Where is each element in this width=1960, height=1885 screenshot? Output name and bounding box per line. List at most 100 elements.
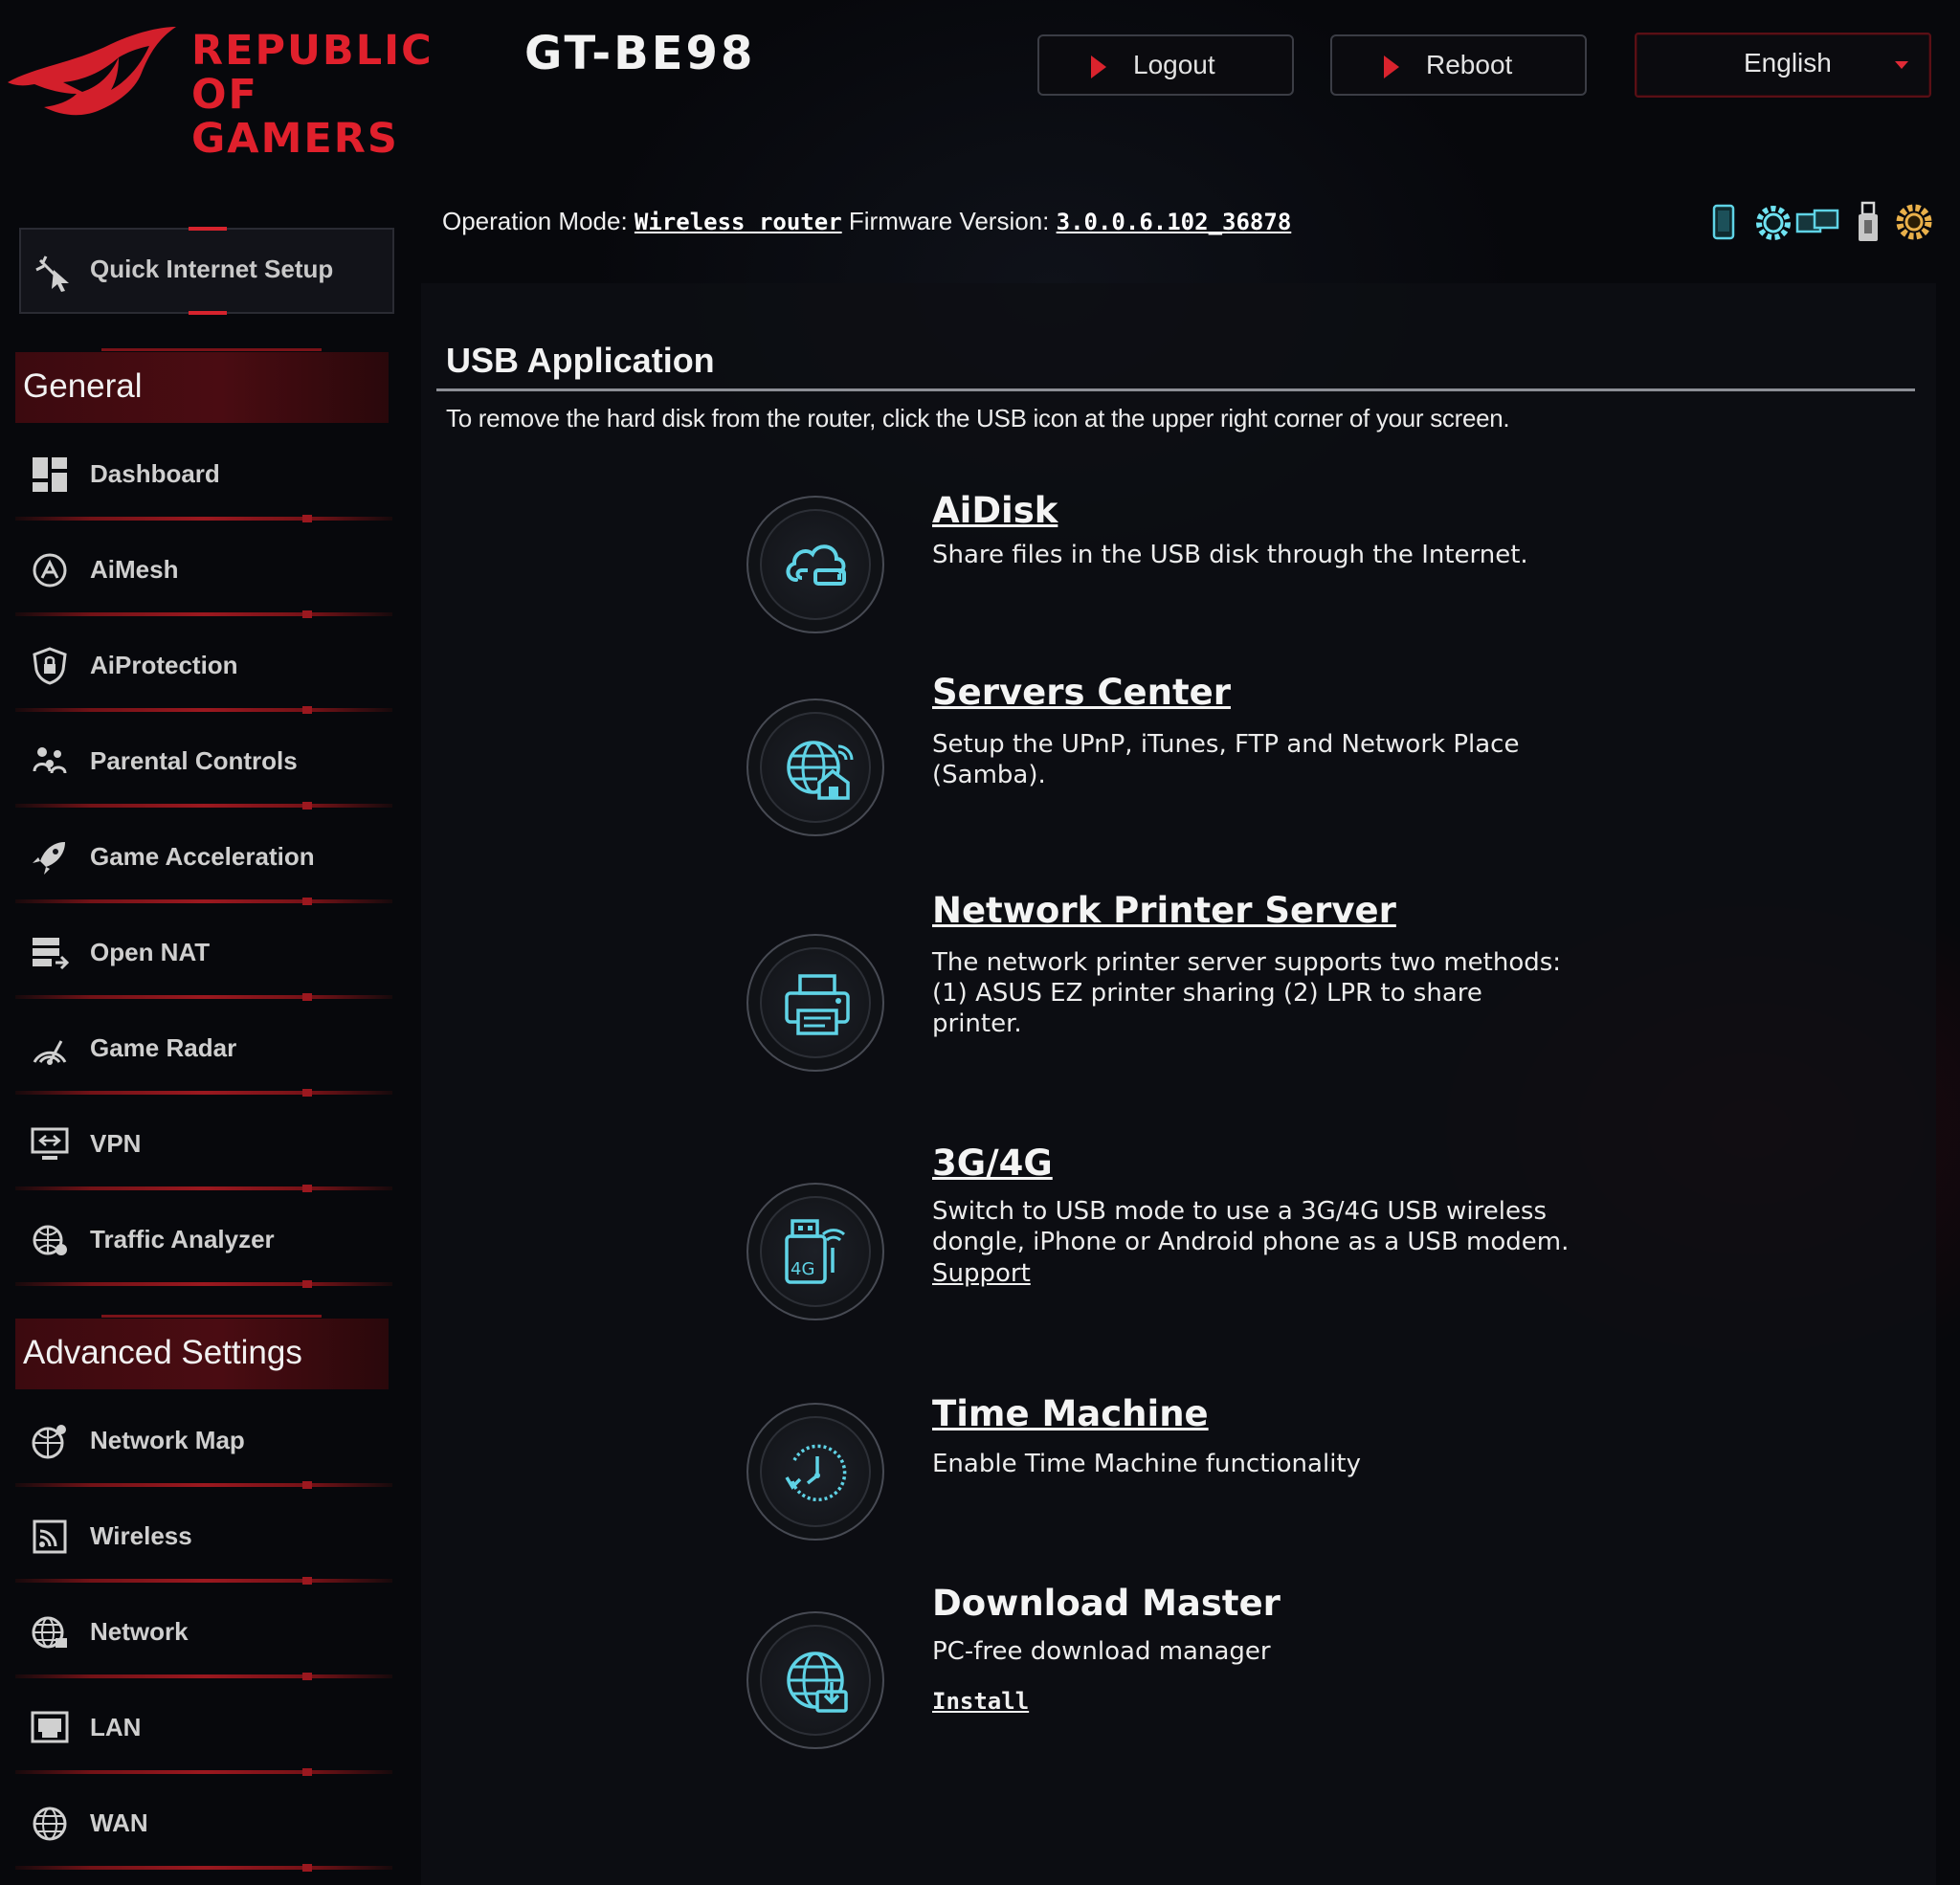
printer-server-description: The network printer server supports two … bbox=[932, 947, 1621, 1039]
sidebar-item-parental-controls[interactable]: Parental Controls bbox=[15, 712, 392, 809]
reboot-button[interactable]: Reboot bbox=[1330, 34, 1587, 96]
sidebar-item-vpn[interactable]: VPN bbox=[15, 1095, 392, 1192]
printer-server-tile[interactable] bbox=[746, 934, 884, 1072]
title-divider bbox=[436, 388, 1915, 391]
arrow-right-icon bbox=[1384, 55, 1399, 78]
sidebar-item-aimesh[interactable]: AiMesh bbox=[15, 521, 392, 618]
description-line: Setup the UPnP, iTunes, FTP and Network … bbox=[932, 730, 1520, 759]
aidisk-tile[interactable] bbox=[746, 496, 884, 633]
download-master-tile[interactable] bbox=[746, 1611, 884, 1749]
open-nat-icon bbox=[31, 934, 70, 977]
chevron-down-icon bbox=[1895, 61, 1908, 69]
sidebar-item-label: LAN bbox=[90, 1713, 142, 1741]
rocket-icon bbox=[31, 838, 69, 881]
support-link[interactable]: Support bbox=[932, 1259, 1031, 1288]
3g-4g-link[interactable]: 3G/4G bbox=[932, 1142, 1053, 1184]
sidebar-item-aiprotection[interactable]: AiProtection bbox=[15, 616, 392, 714]
install-link[interactable]: Install bbox=[932, 1688, 1029, 1715]
brand-wordmark: Republic of Gamers bbox=[191, 27, 507, 161]
section-general: General bbox=[15, 348, 389, 423]
vpn-monitor-icon bbox=[31, 1125, 69, 1168]
network-clients-icon[interactable] bbox=[1795, 207, 1839, 246]
sidebar-item-label: AiMesh bbox=[90, 555, 179, 584]
model-name: GT-BE98 bbox=[524, 27, 756, 80]
globe-icon bbox=[31, 1613, 69, 1656]
description-line: printer. bbox=[932, 1009, 1022, 1038]
sidebar-item-label: VPN bbox=[90, 1129, 142, 1158]
description-line: (Samba). bbox=[932, 761, 1046, 789]
3g-4g-tile[interactable]: 4G bbox=[746, 1183, 884, 1320]
sidebar-item-wan[interactable]: WAN bbox=[15, 1774, 392, 1872]
sidebar-item-label: Game Radar bbox=[90, 1033, 237, 1062]
usb-4g-modem-icon: 4G bbox=[785, 1219, 846, 1284]
radar-icon bbox=[31, 1030, 69, 1073]
quick-internet-setup-button[interactable]: Quick Internet Setup bbox=[19, 227, 394, 315]
time-machine-link[interactable]: Time Machine bbox=[932, 1393, 1209, 1434]
settings-gear-icon[interactable] bbox=[1751, 201, 1795, 250]
description-line: Share files in the USB disk through the … bbox=[932, 541, 1528, 569]
logout-button[interactable]: Logout bbox=[1037, 34, 1294, 96]
sidebar-item-game-acceleration[interactable]: Game Acceleration bbox=[15, 808, 392, 905]
sidebar-item-wireless[interactable]: Wireless bbox=[15, 1487, 392, 1585]
time-machine-tile[interactable] bbox=[746, 1403, 884, 1541]
divider bbox=[15, 1280, 392, 1288]
family-icon bbox=[31, 743, 69, 786]
page-title: USB Application bbox=[446, 341, 715, 380]
op-mode-label: Operation Mode: bbox=[442, 207, 628, 235]
section-advanced-settings: Advanced Settings bbox=[15, 1315, 389, 1389]
sidebar-item-label: Open NAT bbox=[90, 938, 211, 966]
download-master-description: PC-free download manager bbox=[932, 1636, 1621, 1667]
servers-center-description: Setup the UPnP, iTunes, FTP and Network … bbox=[932, 729, 1621, 790]
sidebar-item-game-radar[interactable]: Game Radar bbox=[15, 999, 392, 1097]
rog-logo bbox=[6, 25, 178, 121]
sidebar-item-dashboard[interactable]: Dashboard bbox=[15, 425, 392, 522]
divider bbox=[15, 1864, 392, 1872]
usb-remove-hint: To remove the hard disk from the router,… bbox=[446, 404, 1510, 432]
sidebar-item-label: Network Map bbox=[90, 1426, 245, 1454]
servers-center-tile[interactable] bbox=[746, 699, 884, 836]
language-value: English bbox=[1744, 48, 1832, 78]
firmware-label: Firmware Version: bbox=[848, 207, 1050, 235]
description-line: The network printer server supports two … bbox=[932, 948, 1562, 977]
printer-server-link[interactable]: Network Printer Server bbox=[932, 890, 1396, 931]
op-mode-link[interactable]: Wireless router bbox=[635, 209, 842, 235]
network-map-icon bbox=[31, 1422, 69, 1465]
sidebar-item-label: Dashboard bbox=[90, 459, 220, 488]
system-settings-icon[interactable] bbox=[1893, 201, 1935, 248]
clock-icon bbox=[785, 1444, 847, 1502]
aidisk-link[interactable]: AiDisk bbox=[932, 490, 1058, 531]
globe-home-icon bbox=[787, 741, 854, 800]
wand-cursor-icon bbox=[33, 251, 75, 298]
globe-download-icon bbox=[787, 1652, 848, 1713]
sidebar-item-label: Wireless bbox=[90, 1521, 192, 1550]
description-line: PC-free download manager bbox=[932, 1637, 1271, 1666]
printer-icon bbox=[785, 974, 850, 1035]
sidebar-item-open-nat[interactable]: Open NAT bbox=[15, 903, 392, 1001]
sidebar-item-label: WAN bbox=[90, 1808, 148, 1837]
lan-icon bbox=[31, 1709, 69, 1752]
description-line: dongle, iPhone or Android phone as a USB… bbox=[932, 1228, 1570, 1256]
phone-icon[interactable] bbox=[1709, 203, 1738, 246]
usb-icon[interactable] bbox=[1855, 201, 1882, 250]
language-select[interactable]: English bbox=[1635, 33, 1931, 98]
quick-setup-label: Quick Internet Setup bbox=[90, 255, 334, 283]
dashboard-icon bbox=[31, 455, 69, 499]
section-advanced-label: Advanced Settings bbox=[23, 1334, 302, 1371]
wireless-icon bbox=[31, 1518, 69, 1561]
brand-line2: Gamers bbox=[191, 115, 399, 163]
brand-line1: Republic of bbox=[191, 27, 434, 119]
status-line: Operation Mode: Wireless router Firmware… bbox=[442, 207, 1291, 236]
servers-center-link[interactable]: Servers Center bbox=[932, 672, 1231, 713]
cloud-disk-icon bbox=[786, 544, 846, 586]
shield-lock-icon bbox=[31, 647, 69, 690]
sidebar-item-traffic-analyzer[interactable]: Traffic Analyzer bbox=[15, 1190, 392, 1288]
3g-4g-description: Switch to USB mode to use a 3G/4G USB wi… bbox=[932, 1196, 1621, 1257]
sidebar-item-network[interactable]: Network bbox=[15, 1583, 392, 1680]
reboot-label: Reboot bbox=[1426, 50, 1513, 79]
description-line: Enable Time Machine functionality bbox=[932, 1450, 1361, 1478]
firmware-link[interactable]: 3.0.0.6.102_36878 bbox=[1057, 209, 1292, 235]
svg-text:4G: 4G bbox=[791, 1259, 814, 1279]
sidebar-item-lan[interactable]: LAN bbox=[15, 1678, 392, 1776]
sidebar-item-label: AiProtection bbox=[90, 651, 238, 679]
sidebar-item-network-map[interactable]: Network Map bbox=[15, 1391, 392, 1489]
